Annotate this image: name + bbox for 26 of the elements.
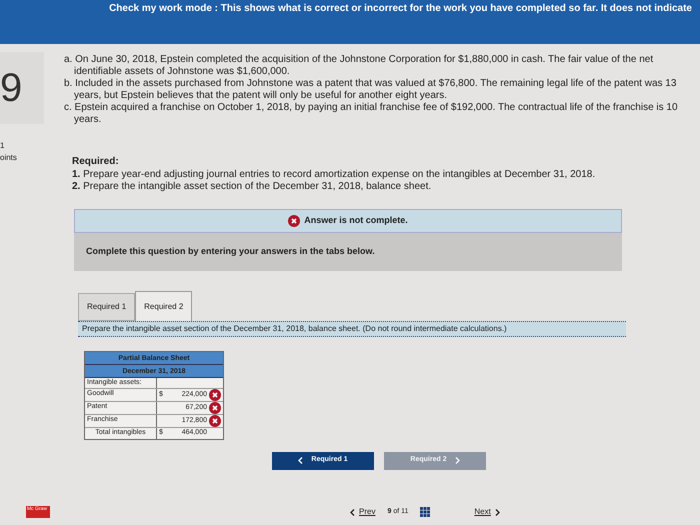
chevron-left-icon xyxy=(350,508,355,516)
fact-text: c. Epstein acquired a franchise on October 1, 2018, by paying an initial franchise fee of $192,000. The contractual life of the franchise is 10 years. xyxy=(64,102,679,126)
tab[interactable]: Required 2 xyxy=(135,291,192,321)
points-label: oints xyxy=(0,152,18,164)
banner-text: Check my work mode : This shows what is correct or incorrect for the work you have completed so far. It does not indicate xyxy=(109,2,692,16)
required-heading: Required: xyxy=(72,155,120,169)
required-item: 2. Prepare the intangible asset section of the December 31, 2018, balance sheet. xyxy=(72,181,432,193)
status-text: Answer is not complete. xyxy=(304,214,408,228)
chevron-right-icon xyxy=(494,508,500,516)
points-value: 1 xyxy=(0,140,6,152)
error-icon xyxy=(209,402,221,414)
chevron-left-icon xyxy=(298,457,304,464)
error-icon xyxy=(288,215,300,227)
fact-text: b. Included in the assets purchased from Johnstone was a patent that was valued at $76,800. The remaining legal life of the patent was 13 years, but Epstein believes that the patent will only be useful for another eight years. xyxy=(64,78,678,102)
required-item: 1. Prepare year-end adjusting journal entries to record amortization expense on the intangibles at December 31, 2018. xyxy=(72,169,596,181)
error-icon xyxy=(209,415,221,427)
prev-link[interactable]: Prev xyxy=(350,506,376,518)
fact-text: a. On June 30, 2018, Epstein completed the acquisition of the Johnstone Corporation for $1,880,000 in cash. The fair value of the net identifiable assets of Johnstone was $1,600,000. xyxy=(64,54,654,78)
error-icon xyxy=(209,389,221,401)
instructions-text: Complete this question by entering your answers in the tabs below. xyxy=(86,245,375,258)
chevron-right-icon xyxy=(454,457,460,464)
next-link[interactable]: Next xyxy=(474,506,500,518)
question-number: 9 xyxy=(0,65,22,112)
grid-icon[interactable] xyxy=(420,507,430,517)
tab[interactable]: Required 1 xyxy=(78,293,136,321)
tab-prompt-text: Prepare the intangible asset section of the December 31, 2018, balance sheet. (Do not round intermediate calculations.) xyxy=(82,323,507,335)
